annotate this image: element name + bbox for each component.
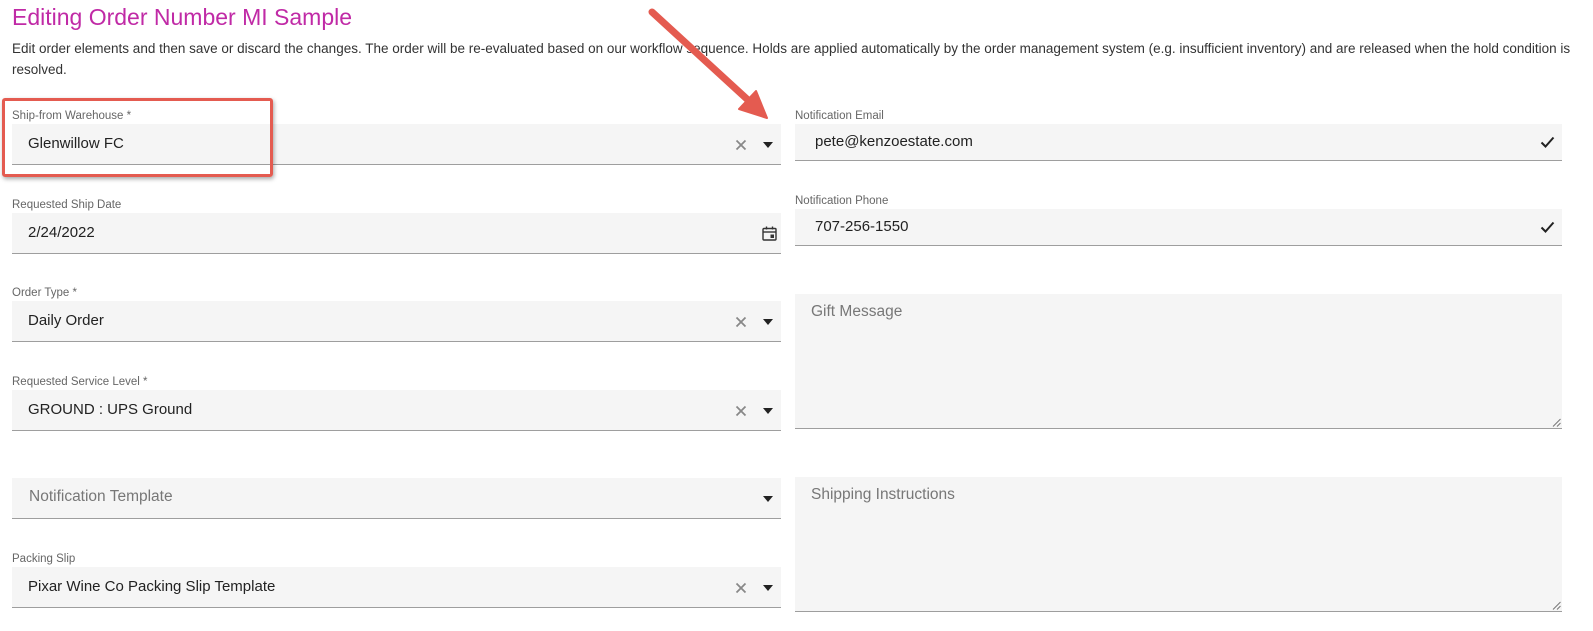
resize-handle-icon[interactable] (1552, 601, 1561, 610)
resize-handle-icon[interactable] (1552, 418, 1561, 427)
order-type-field: Order Type * Daily Order (12, 285, 781, 343)
notification-template-select[interactable]: Notification Template (12, 478, 781, 519)
service-level-value: GROUND : UPS Ground (28, 401, 193, 418)
shipping-instructions-textarea[interactable]: Shipping Instructions (795, 477, 1562, 612)
order-type-label: Order Type * (12, 287, 77, 299)
service-level-label: Requested Service Level * (12, 376, 148, 388)
notification-email-field: Notification Email pete@kenzoestate.com (795, 108, 1562, 162)
gift-message-textarea[interactable]: Gift Message (795, 294, 1562, 429)
caret-down-icon[interactable] (763, 585, 773, 591)
page-title: Editing Order Number MI Sample (12, 4, 353, 30)
notification-template-field: Notification Template (12, 478, 781, 520)
close-icon[interactable] (735, 405, 747, 417)
notification-email-input[interactable]: pete@kenzoestate.com (795, 124, 1562, 161)
notification-email-value: pete@kenzoestate.com (815, 133, 973, 150)
notification-phone-input[interactable]: 707-256-1550 (795, 209, 1562, 246)
annotation-arrow-icon (648, 8, 768, 119)
ship-date-label: Requested Ship Date (12, 199, 122, 211)
packing-slip-value: Pixar Wine Co Packing Slip Template (28, 578, 276, 595)
service-level-field: Requested Service Level * GROUND : UPS G… (12, 374, 781, 432)
notification-phone-field: Notification Phone 707-256-1550 (795, 193, 1562, 247)
gift-message-field: Gift Message (795, 294, 1562, 429)
caret-down-icon[interactable] (763, 319, 773, 325)
caret-down-icon[interactable] (763, 496, 773, 502)
notification-email-label: Notification Email (795, 110, 884, 122)
packing-slip-select[interactable]: Pixar Wine Co Packing Slip Template (12, 567, 781, 608)
close-icon[interactable] (735, 139, 747, 151)
notification-phone-label: Notification Phone (795, 195, 889, 207)
close-icon[interactable] (735, 582, 747, 594)
service-level-select[interactable]: GROUND : UPS Ground (12, 390, 781, 431)
caret-down-icon[interactable] (763, 142, 773, 148)
packing-slip-label: Packing Slip (12, 553, 76, 565)
shipping-instructions-placeholder: Shipping Instructions (811, 486, 955, 503)
gift-message-placeholder: Gift Message (811, 303, 903, 320)
notification-template-placeholder: Notification Template (29, 488, 173, 505)
shipping-instructions-field: Shipping Instructions (795, 477, 1562, 612)
annotation-highlight-box (2, 98, 273, 177)
order-type-select[interactable]: Daily Order (12, 301, 781, 342)
page-intro: Edit order elements and then save or dis… (12, 41, 1571, 77)
calendar-icon[interactable] (762, 226, 777, 241)
check-icon (1540, 136, 1555, 148)
check-icon (1540, 221, 1555, 233)
notification-phone-value: 707-256-1550 (815, 218, 909, 235)
ship-date-field: Requested Ship Date 2/24/2022 (12, 197, 781, 255)
close-icon[interactable] (735, 316, 747, 328)
caret-down-icon[interactable] (763, 408, 773, 414)
ship-date-value: 2/24/2022 (28, 224, 95, 241)
packing-slip-field: Packing Slip Pixar Wine Co Packing Slip … (12, 551, 781, 609)
ship-date-input[interactable]: 2/24/2022 (12, 213, 781, 254)
order-type-value: Daily Order (28, 312, 104, 329)
